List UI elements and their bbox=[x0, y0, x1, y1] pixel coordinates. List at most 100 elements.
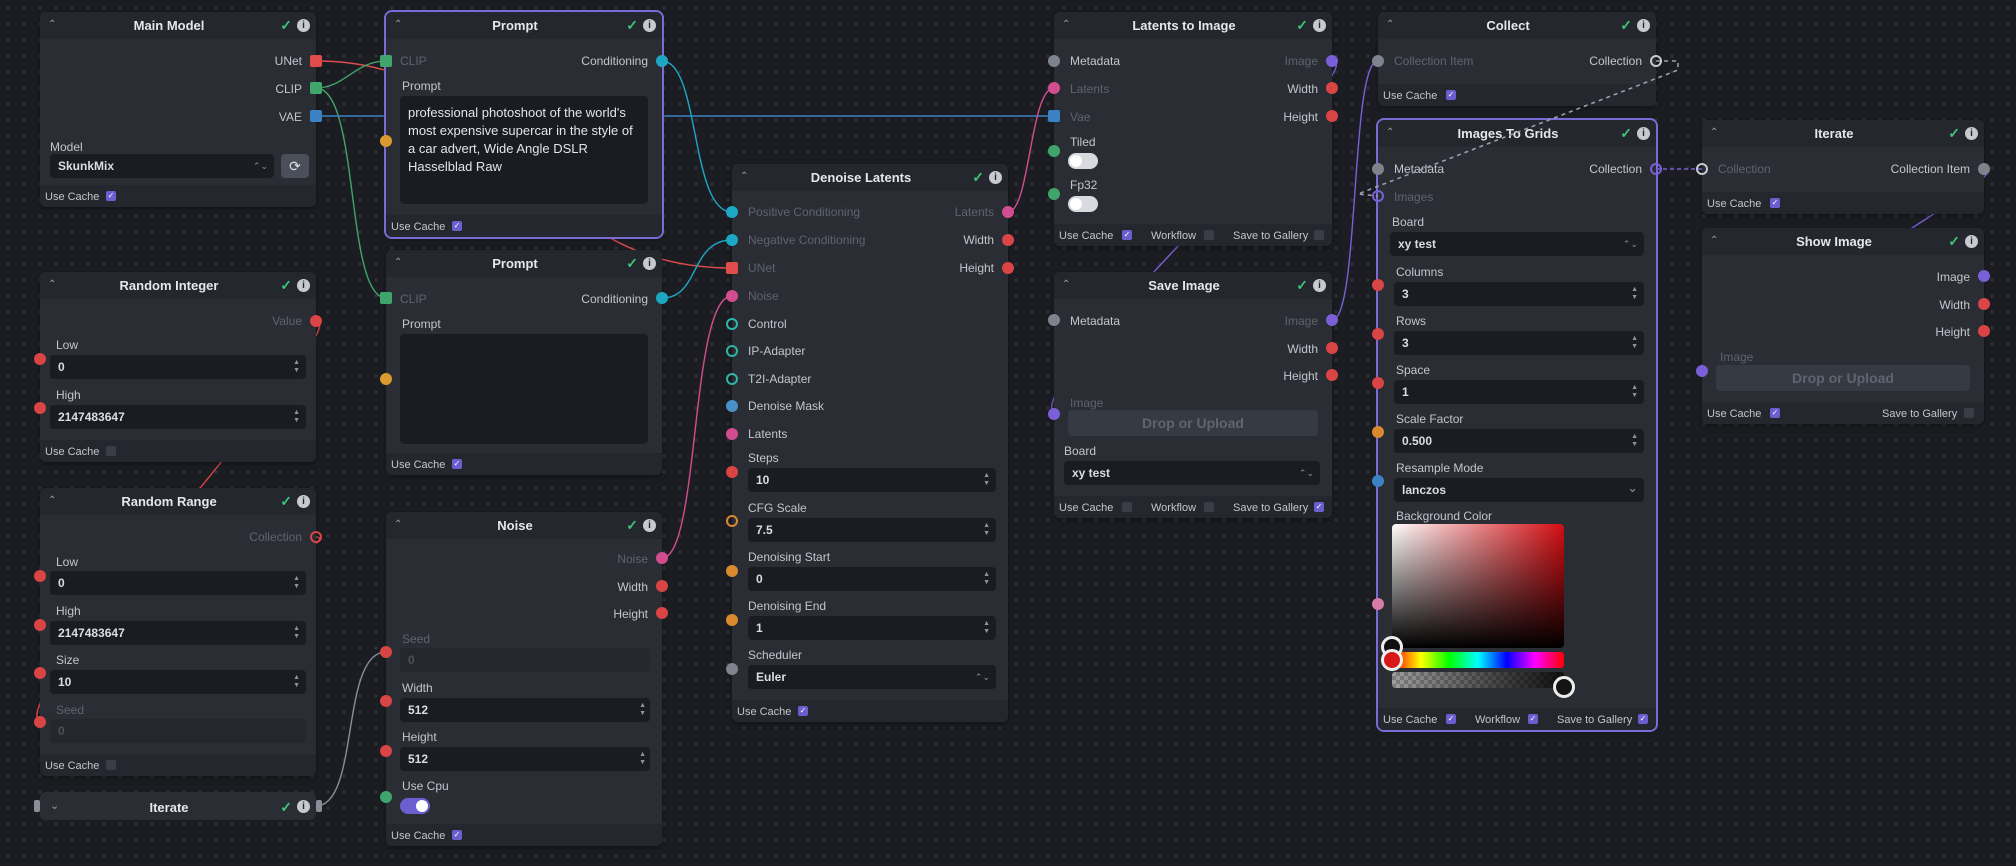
grids-header[interactable]: ⌃ Images To Grids ✓ i bbox=[1378, 120, 1656, 147]
denoise-noise-handle[interactable] bbox=[726, 290, 738, 302]
collapse-icon[interactable]: ⌃ bbox=[394, 19, 402, 31]
denoise-start-handle[interactable] bbox=[726, 565, 738, 577]
refresh-models-button[interactable]: ⟳ bbox=[281, 154, 309, 178]
high-input[interactable]: 2147483647 bbox=[50, 621, 306, 645]
grids-scale-handle[interactable] bbox=[1372, 426, 1384, 438]
noise-seed-handle[interactable] bbox=[380, 646, 392, 658]
info-icon[interactable]: i bbox=[297, 495, 310, 508]
spin-down-icon[interactable]: ▼ bbox=[293, 417, 300, 424]
random-range-header[interactable]: ⌃ Random Range ✓ i bbox=[40, 488, 316, 515]
denoising-start-input[interactable]: 0 bbox=[748, 567, 996, 591]
fp32-toggle[interactable] bbox=[1068, 196, 1098, 212]
low-stepper[interactable]: ▲ ▼ bbox=[293, 359, 300, 375]
spin-down-icon[interactable]: ▼ bbox=[1631, 294, 1638, 301]
columns-input[interactable]: 3 bbox=[1394, 282, 1644, 306]
prompt2-conditioning-handle[interactable] bbox=[656, 292, 668, 304]
denoising-end-input[interactable]: 1 bbox=[748, 616, 996, 640]
random-integer-header[interactable]: ⌃ Random Integer ✓ i bbox=[40, 272, 316, 299]
spin-up-icon[interactable]: ▲ bbox=[293, 409, 300, 416]
random-integer-low-handle[interactable] bbox=[34, 353, 46, 365]
iterate-item-handle[interactable] bbox=[1978, 163, 1990, 175]
spin-up-icon[interactable]: ▲ bbox=[983, 571, 990, 578]
tiled-toggle[interactable] bbox=[1068, 153, 1098, 169]
l2i-image-handle[interactable] bbox=[1326, 55, 1338, 67]
random-integer-high-handle[interactable] bbox=[34, 402, 46, 414]
collapse-icon[interactable]: ⌃ bbox=[1710, 235, 1718, 247]
spin-down-icon[interactable]: ▼ bbox=[983, 628, 990, 635]
info-icon[interactable]: i bbox=[1965, 127, 1978, 140]
spin-up-icon[interactable]: ▲ bbox=[1631, 335, 1638, 342]
spin-up-icon[interactable]: ▲ bbox=[983, 472, 990, 479]
info-icon[interactable]: i bbox=[1965, 235, 1978, 248]
denoise-latents-node[interactable]: ⌃ Denoise Latents ✓ i Positive Condition… bbox=[732, 164, 1008, 722]
collapse-icon[interactable]: ⌃ bbox=[1710, 127, 1718, 139]
show-image-image-handle[interactable] bbox=[1978, 270, 1990, 282]
space-stepper[interactable]: ▲ ▼ bbox=[1631, 384, 1638, 400]
use-cache-checkbox[interactable]: ✓ bbox=[1446, 714, 1456, 724]
spin-up-icon[interactable]: ▲ bbox=[1631, 384, 1638, 391]
spin-down-icon[interactable]: ▼ bbox=[293, 633, 300, 640]
resample-mode-select[interactable]: lanczos bbox=[1394, 478, 1644, 502]
workflow-checkbox[interactable]: ✓ bbox=[1528, 714, 1538, 724]
spin-down-icon[interactable]: ▼ bbox=[1631, 441, 1638, 448]
board-select[interactable]: xy test bbox=[1390, 232, 1644, 256]
iterate-left-out-handle[interactable] bbox=[316, 800, 322, 812]
prompt2-prompt-handle[interactable] bbox=[380, 373, 392, 385]
random-range-seed-handle[interactable] bbox=[34, 716, 46, 728]
spin-down-icon[interactable]: ▼ bbox=[983, 530, 990, 537]
noise-width-in-handle[interactable] bbox=[380, 695, 392, 707]
grids-metadata-handle[interactable] bbox=[1372, 163, 1384, 175]
iterate-node[interactable]: ⌃ Iterate ✓ i Collection Collection Item… bbox=[1702, 120, 1984, 214]
denoising-end-stepper[interactable]: ▲ ▼ bbox=[983, 620, 990, 636]
random-integer-value-handle[interactable] bbox=[310, 315, 322, 327]
noise-node[interactable]: ⌃ Noise ✓ i Noise Width Height Seed 0 Wi… bbox=[386, 512, 662, 846]
save-image-height-handle[interactable] bbox=[1326, 369, 1338, 381]
random-range-node[interactable]: ⌃ Random Range ✓ i Collection Low 0 ▲ ▼ H… bbox=[40, 488, 316, 776]
l2i-header[interactable]: ⌃ Latents to Image ✓ i bbox=[1054, 12, 1332, 39]
show-image-header[interactable]: ⌃ Show Image ✓ i bbox=[1702, 228, 1984, 255]
spin-down-icon[interactable]: ▼ bbox=[639, 710, 646, 717]
use-cache-checkbox[interactable]: ✓ bbox=[106, 191, 116, 201]
use-cache-checkbox[interactable]: ✓ bbox=[1770, 408, 1780, 418]
noise-header[interactable]: ⌃ Noise ✓ i bbox=[386, 512, 662, 539]
noise-height-handle[interactable] bbox=[656, 607, 668, 619]
high-input[interactable]: 2147483647 bbox=[50, 405, 306, 429]
use-cache-checkbox[interactable] bbox=[1122, 502, 1132, 512]
spin-up-icon[interactable]: ▲ bbox=[639, 751, 646, 758]
denoise-scheduler-handle[interactable] bbox=[726, 663, 738, 675]
spin-down-icon[interactable]: ▼ bbox=[293, 583, 300, 590]
main-model-node[interactable]: ⌃ Main Model ✓ i UNet CLIP VAE Model Sku… bbox=[40, 12, 316, 207]
spin-up-icon[interactable]: ▲ bbox=[1631, 286, 1638, 293]
use-cache-checkbox[interactable]: ✓ bbox=[452, 830, 462, 840]
collapse-icon[interactable]: ⌃ bbox=[1062, 19, 1070, 31]
workflow-checkbox[interactable] bbox=[1204, 230, 1214, 240]
save-to-gallery-checkbox[interactable] bbox=[1964, 408, 1974, 418]
low-stepper[interactable]: ▲ ▼ bbox=[293, 575, 300, 591]
spin-down-icon[interactable]: ▼ bbox=[983, 480, 990, 487]
denoise-ip-adapter-handle[interactable] bbox=[726, 345, 738, 357]
denoise-control-handle[interactable] bbox=[726, 318, 738, 330]
prompt2-clip-handle[interactable] bbox=[380, 292, 392, 304]
show-image-width-handle[interactable] bbox=[1978, 298, 1990, 310]
use-cache-checkbox[interactable]: ✓ bbox=[452, 221, 462, 231]
denoise-t2i-adapter-handle[interactable] bbox=[726, 373, 738, 385]
grids-bg-color-handle[interactable] bbox=[1372, 598, 1384, 610]
model-select[interactable]: SkunkMix bbox=[50, 154, 274, 178]
info-icon[interactable]: i bbox=[1313, 279, 1326, 292]
grids-collection-handle[interactable] bbox=[1650, 163, 1662, 175]
info-icon[interactable]: i bbox=[1313, 19, 1326, 32]
height-input[interactable]: 512 bbox=[400, 747, 650, 771]
save-to-gallery-checkbox[interactable]: ✓ bbox=[1314, 502, 1324, 512]
steps-input[interactable]: 10 bbox=[748, 468, 996, 492]
spin-up-icon[interactable]: ▲ bbox=[293, 674, 300, 681]
info-icon[interactable]: i bbox=[297, 279, 310, 292]
denoise-unet-handle[interactable] bbox=[726, 262, 738, 274]
save-to-gallery-checkbox[interactable] bbox=[1314, 230, 1324, 240]
iterate-node-collapsed[interactable]: ⌄ Iterate ✓ i bbox=[40, 792, 316, 820]
info-icon[interactable]: i bbox=[989, 171, 1002, 184]
prompt1-conditioning-handle[interactable] bbox=[656, 55, 668, 67]
prompt-textarea[interactable] bbox=[400, 334, 648, 444]
save-image-node[interactable]: ⌃ Save Image ✓ i Metadata Image Width He… bbox=[1054, 272, 1332, 518]
low-input[interactable]: 0 bbox=[50, 355, 306, 379]
info-icon[interactable]: i bbox=[643, 519, 656, 532]
